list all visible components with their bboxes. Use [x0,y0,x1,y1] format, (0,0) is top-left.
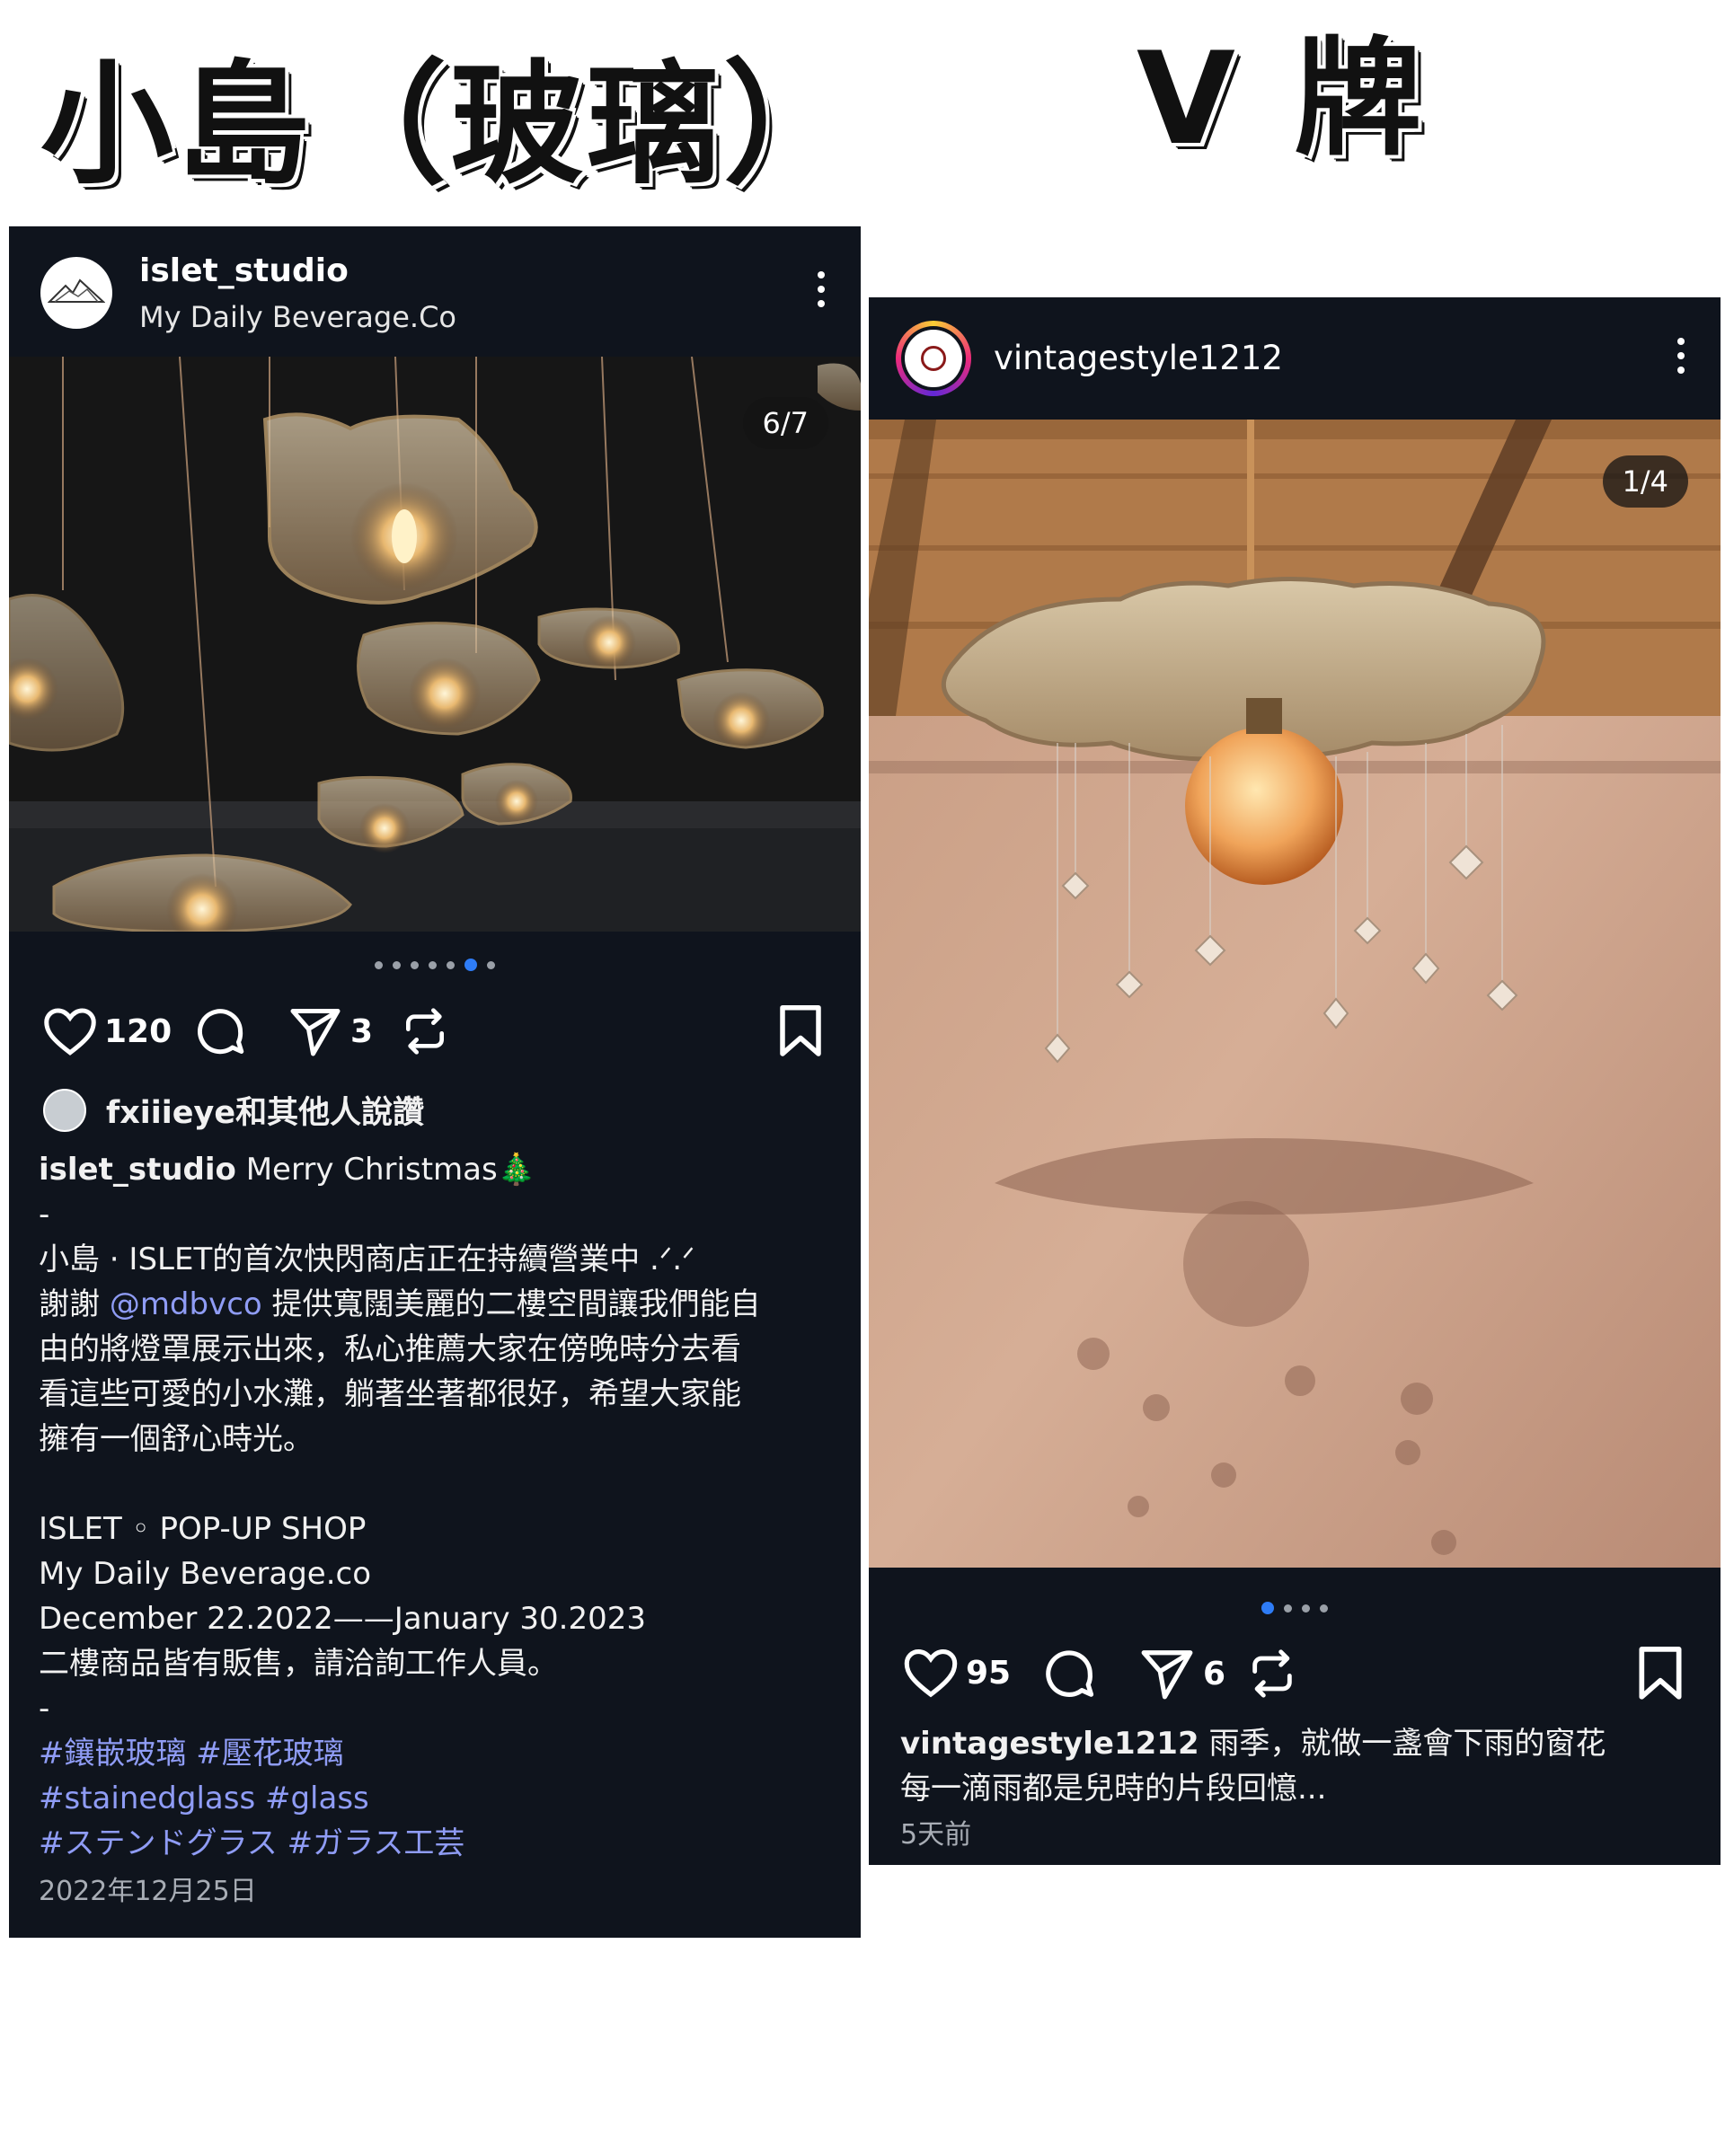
carousel-dot [447,960,455,969]
like-button[interactable]: 120 [43,1006,172,1056]
caption-line: 提供寬闊美麗的二樓空間讓我們能自 [261,1286,761,1322]
liked-by-text: fxiiieye和其他人說讚 [106,1095,425,1131]
caption-text: Merry Christmas🎄 [245,1152,536,1188]
caption-username[interactable]: islet_studio [39,1152,236,1188]
caption-line: 小島 · ISLET的首次快閃商店正在持續營業中 .ᐟ.ᐟ [39,1241,695,1277]
comment-button[interactable] [193,1004,247,1058]
caption: islet_studio Merry Christmas🎄 - 小島 · ISL… [39,1147,825,1914]
mountain-logo-icon [48,278,105,303]
comment-icon [198,1009,244,1055]
carousel-dots [869,1602,1721,1614]
carousel-dot [429,960,437,969]
carousel-dots [9,959,861,971]
caption-line: ISLET ◦ POP-UP SHOP [39,1511,367,1547]
share-button[interactable]: 6 [1138,1646,1225,1701]
carousel-dot [464,959,477,971]
share-count: 6 [1203,1655,1226,1692]
pendant-lamps-photo [9,357,861,932]
post-photo[interactable]: 1/4 [869,420,1721,1568]
post-header: islet_studio My Daily Beverage.Co [9,226,861,359]
more-icon[interactable] [1677,338,1685,374]
comment-icon [1046,1650,1094,1698]
share-button[interactable]: 3 [288,1004,373,1058]
comment-button[interactable] [1041,1646,1097,1701]
caption-text: 雨季，就做一盞會下雨的窗花 [1208,1726,1606,1762]
image-counter: 1/4 [1602,455,1688,508]
carousel-dot [375,960,383,969]
post-header: vintagestyle1212 [869,297,1721,419]
title-right: V 牌 [1137,25,1429,173]
caption-line: 擁有一個舒心時光。 [39,1421,314,1457]
action-bar: 120 3 [9,999,861,1071]
post-date: 2022年12月25日 [39,1876,257,1907]
share-count: 3 [350,1012,374,1050]
action-bar: 95 6 [869,1640,1721,1712]
image-counter: 6/7 [742,397,828,449]
caption-dash: - [39,1691,50,1727]
carousel-dot [393,960,401,969]
repost-button[interactable] [1246,1646,1298,1701]
liker-avatar [43,1088,86,1132]
more-icon[interactable] [818,271,825,307]
caption-line: 看這些可愛的小水灘，躺著坐著都很好，希望大家能 [39,1376,741,1412]
caption-dash: - [39,1197,50,1233]
caption-line: December 22.2022——January 30.2023 [39,1601,647,1637]
caption-line: 謝謝 [39,1286,110,1322]
post-time: 5天前 [900,1819,972,1851]
hashtag-link[interactable]: #鑲嵌玻璃 #壓花玻璃 [39,1731,825,1776]
username[interactable]: vintagestyle1212 [994,339,1283,377]
bookmark-icon [780,1005,821,1056]
hashtag-link[interactable]: #stainedglass #glass [39,1776,825,1821]
carousel-dot [411,960,419,969]
like-button[interactable]: 95 [903,1648,1011,1698]
heart-icon [904,1649,958,1698]
like-count: 120 [104,1012,172,1050]
hashtag-link[interactable]: #ステンドグラス #ガラス工芸 [39,1821,825,1866]
post-right: vintagestyle1212 1/4 95 6 vintagestyle12… [869,297,1721,1865]
post-left: islet_studio My Daily Beverage.Co 6/7 12… [9,226,861,1938]
brand-logo-icon [905,329,962,387]
caption-line: 二樓商品皆有販售，請洽詢工作人員。 [39,1646,558,1682]
caption-username[interactable]: vintagestyle1212 [900,1726,1199,1762]
heart-icon [44,1008,96,1056]
like-count: 95 [966,1654,1012,1692]
post-photo[interactable]: 6/7 [9,357,861,932]
send-icon [290,1009,341,1056]
carousel-dot [1302,1604,1310,1613]
title-left: 小島（玻璃） [40,48,860,202]
bookmark-button[interactable] [1636,1646,1685,1701]
raindrop-lamp-photo [869,420,1721,1568]
location[interactable]: My Daily Beverage.Co [139,300,456,334]
liked-by-row[interactable]: fxiiieye和其他人說讚 [43,1087,424,1133]
carousel-dot [487,960,495,969]
mention-link[interactable]: @mdbvco [110,1286,262,1322]
avatar[interactable] [40,257,112,329]
caption-line: 由的將燈罩展示出來，私心推薦大家在傍晚時分去看 [39,1331,741,1367]
repost-icon [406,1008,444,1055]
caption: vintagestyle1212 雨季，就做一盞會下雨的窗花 每一滴雨都是兒時的… [900,1721,1685,1858]
caption-line: My Daily Beverage.co [39,1556,371,1592]
avatar[interactable] [896,320,971,396]
repost-icon [1252,1649,1292,1698]
bookmark-icon [1639,1647,1682,1700]
caption-line: 每一滴雨都是兒時的片段回憶... [900,1771,1327,1807]
username[interactable]: islet_studio [139,252,456,289]
carousel-dot [1261,1602,1274,1614]
send-icon [1141,1650,1193,1700]
bookmark-button[interactable] [776,1004,825,1058]
carousel-dot [1320,1604,1328,1613]
carousel-dot [1284,1604,1292,1613]
repost-button[interactable] [400,1004,450,1058]
